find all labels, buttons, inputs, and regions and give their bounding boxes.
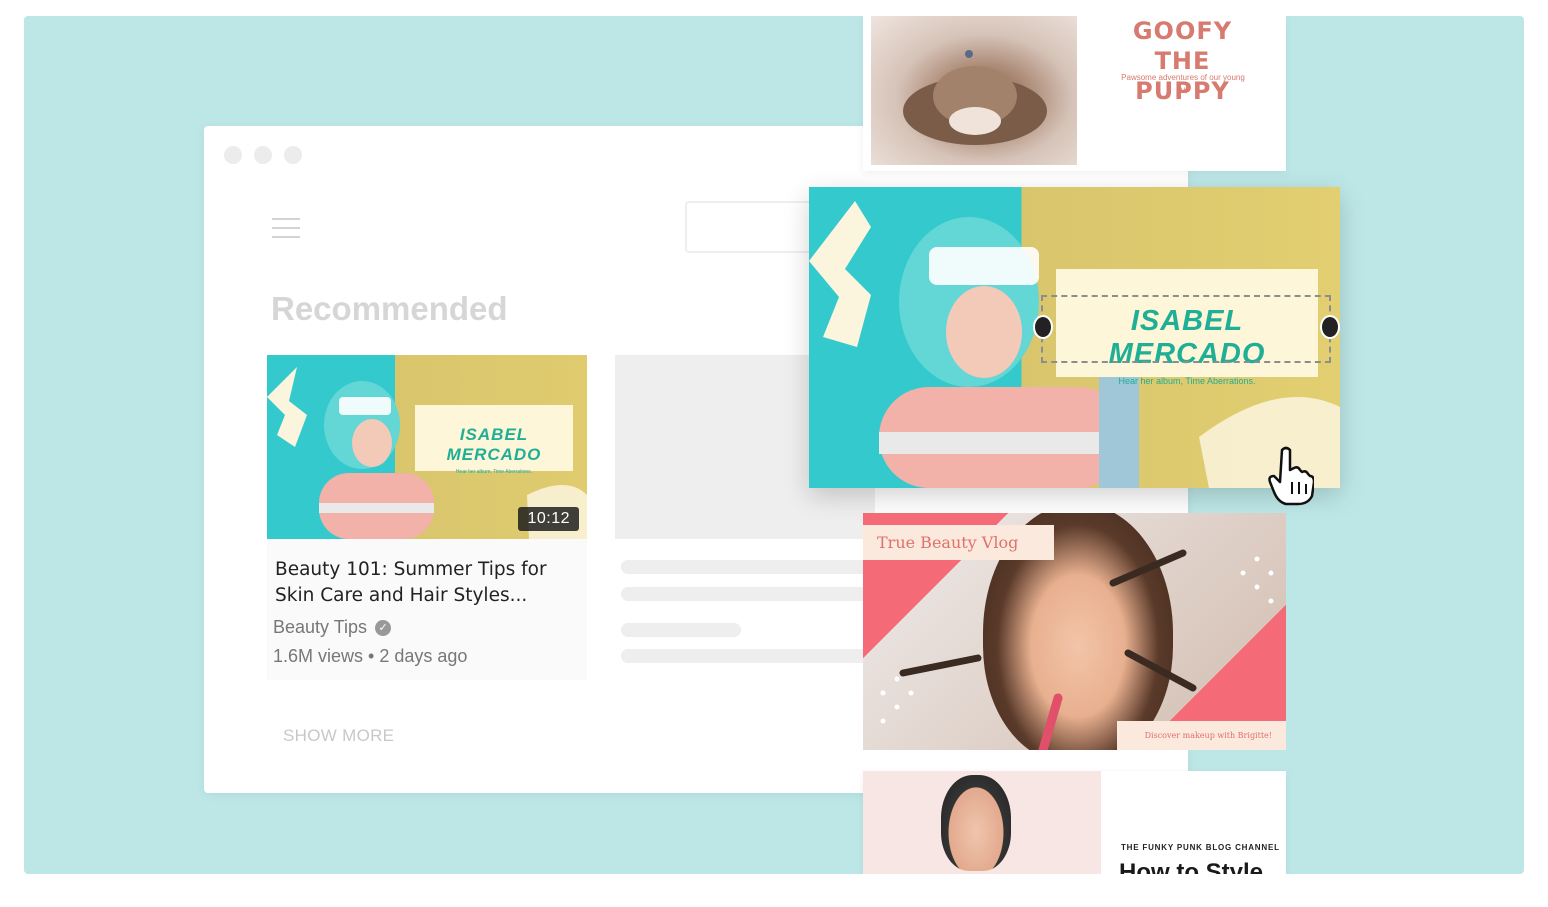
thumbnail-title: ISABEL MERCADO (446, 425, 542, 464)
hand-cursor-icon (1268, 446, 1314, 506)
template-card-funky-punk[interactable]: THE FUNKY PUNK BLOG CHANNEL How to Style (863, 771, 1286, 874)
video-card[interactable]: ISABEL MERCADO Hear her album, Time Aber… (267, 355, 587, 680)
video-meta: 1.6M views • 2 days ago (273, 646, 467, 667)
template-card-beauty-vlog[interactable]: True Beauty Vlog Discover makeup with Br… (863, 513, 1286, 750)
window-controls (224, 146, 302, 164)
background-stage: Recommended ISABEL MERCADO Hear her albu… (24, 16, 1524, 874)
channel-name[interactable]: Beauty Tips (273, 617, 367, 638)
video-title[interactable]: Beauty 101: Summer Tips for Skin Care an… (275, 557, 585, 609)
window-dot-minimize[interactable] (254, 146, 272, 164)
placeholder-line (621, 623, 741, 637)
puppy-photo (871, 16, 1077, 165)
window-dot-close[interactable] (224, 146, 242, 164)
isabel-subtitle: Hear her album, Time Aberrations. (1118, 376, 1256, 386)
upload-age: 2 days ago (379, 646, 468, 666)
punk-kicker: THE FUNKY PUNK BLOG CHANNEL (1121, 843, 1280, 852)
duration-badge: 10:12 (518, 507, 579, 531)
puppy-subtitle: Pawsome adventures of our young pup (1121, 73, 1245, 94)
view-count: 1.6M views (273, 646, 364, 666)
punk-portrait (941, 775, 1011, 871)
punk-headline: How to Style (1119, 859, 1264, 874)
resize-handle-icon[interactable] (1320, 315, 1340, 339)
vlog-tag: True Beauty Vlog (863, 525, 1055, 560)
hamburger-icon[interactable] (272, 218, 300, 245)
show-more-button[interactable]: SHOW MORE (283, 726, 394, 746)
thumbnail-title-box: ISABEL MERCADO Hear her album, Time Aber… (415, 405, 573, 475)
channel-row: Beauty Tips ✓ (273, 617, 392, 638)
vlog-caption: Discover makeup with Brigitte! (1116, 721, 1286, 750)
window-dot-maximize[interactable] (284, 146, 302, 164)
punk-photo (863, 771, 1101, 874)
resize-handle-icon[interactable] (1033, 315, 1053, 339)
template-card-isabel-selected[interactable]: ISABEL MERCADO Hear her album, Time Aber… (809, 187, 1340, 488)
placeholder-line (621, 560, 871, 574)
selection-outline (1041, 295, 1331, 363)
puppy-art (903, 50, 1047, 145)
meta-separator: • (368, 646, 380, 666)
verified-icon: ✓ (375, 619, 392, 636)
placeholder-line (621, 587, 871, 601)
thumbnail-subtitle: Hear her album, Time Aberrations. (455, 469, 533, 475)
section-heading: Recommended (271, 290, 508, 327)
placeholder-line (621, 649, 871, 663)
template-card-puppy[interactable]: GOOFY THE PUPPY Pawsome adventures of ou… (863, 16, 1286, 171)
video-thumbnail[interactable]: ISABEL MERCADO Hear her album, Time Aber… (267, 355, 587, 539)
